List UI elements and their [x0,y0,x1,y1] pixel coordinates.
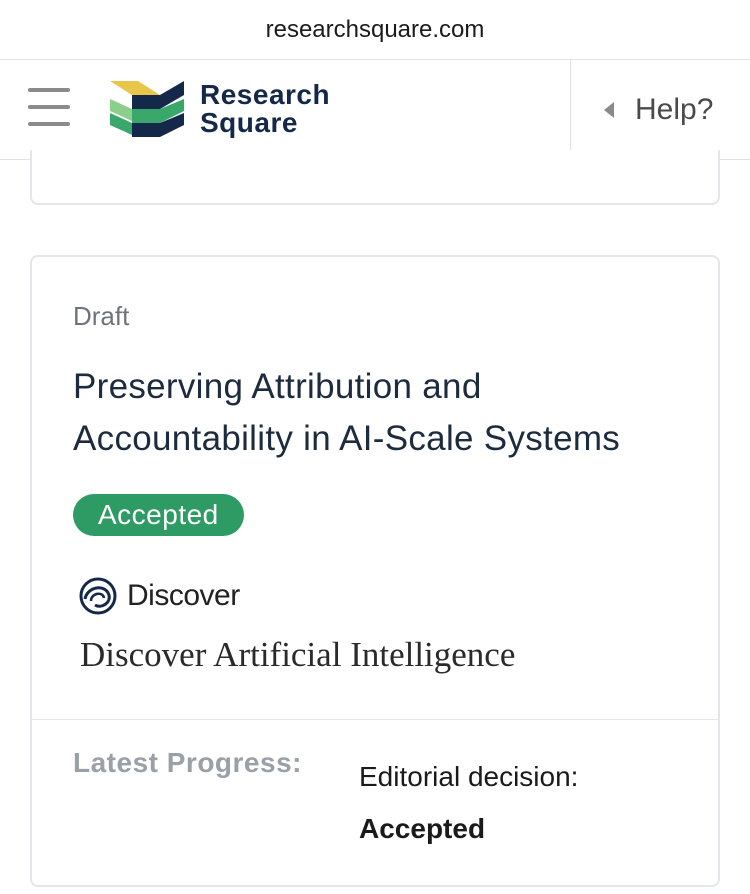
progress-decision-value: Accepted [359,813,486,844]
hamburger-icon [28,88,70,92]
journal-brand-text: Discover [127,579,240,612]
hamburger-icon-bar [28,122,70,126]
progress-decision-label: Editorial decision: [359,761,579,792]
card-divider [32,719,718,720]
submission-card[interactable]: Draft Preserving Attribution and Account… [30,255,720,887]
browser-url-bar[interactable]: researchsquare.com [0,0,750,60]
logo-line-2: Square [200,107,298,138]
logo-wordmark: Research Square [200,81,330,137]
caret-left-icon [604,101,614,118]
previous-submission-card [30,150,720,205]
hamburger-icon-bar [28,105,70,109]
help-button[interactable]: Help? [570,60,750,159]
journal-name: Discover Artificial Intelligence [80,635,516,674]
submission-status-label: Draft [73,301,130,331]
logo-line-1: Research [200,79,331,110]
research-square-logo[interactable]: Research Square [108,77,330,141]
latest-progress-value: Editorial decision: Accepted [359,751,578,855]
research-square-logo-icon [110,81,184,137]
journal-brand-logo: Discover [79,577,240,615]
site-header: Research Square Help? [0,60,750,160]
latest-progress-label: Latest Progress: [73,747,302,778]
help-label: Help? [635,92,714,126]
discover-swirl-icon [79,577,117,615]
submission-title[interactable]: Preserving Attribution and Accountabilit… [73,361,693,465]
hamburger-menu-button[interactable] [28,88,72,128]
status-badge: Accepted [73,494,244,536]
url-text: researchsquare.com [265,15,485,43]
